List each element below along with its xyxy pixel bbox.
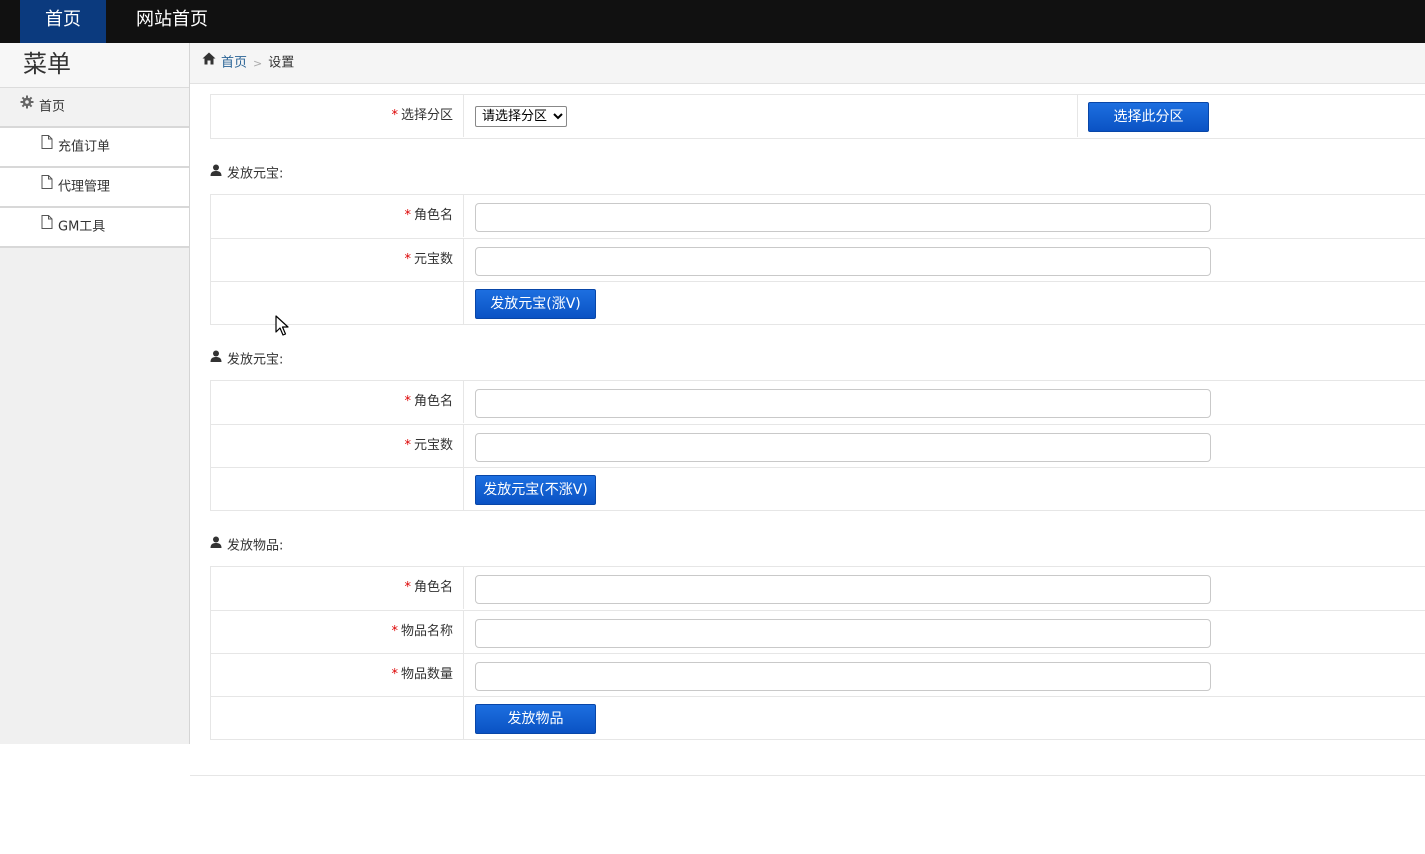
field <box>475 575 1211 604</box>
item-name-label: * 物品名称 <box>211 611 464 653</box>
zone-row: * 选择分区 请选择分区 选择此分区 <box>211 95 1425 138</box>
user-icon <box>210 535 222 555</box>
nav-home[interactable]: 首页 <box>20 0 106 43</box>
breadcrumb-home-link[interactable]: 首页 <box>221 56 247 71</box>
zone-field: 请选择分区 <box>475 106 567 127</box>
sidebar-item-agent-management[interactable]: 代理管理 <box>0 168 189 208</box>
zone-form: * 选择分区 请选择分区 选择此分区 <box>210 94 1425 139</box>
item-name-input[interactable] <box>475 619 1211 648</box>
nav-website-home[interactable]: 网站首页 <box>122 0 222 43</box>
user-icon <box>210 349 222 369</box>
role-label: * 角色名 <box>211 381 464 423</box>
form-row: * 元宝数 <box>211 424 1425 467</box>
sidebar-item-home[interactable]: 首页 <box>0 88 189 128</box>
sidebar-item-label: 首页 <box>39 99 66 115</box>
currency-amount-input[interactable] <box>475 247 1211 276</box>
field: 发放元宝(不涨V) <box>475 475 596 505</box>
breadcrumb-current: 设置 <box>268 55 295 71</box>
form-row: 发放物品 <box>211 696 1425 739</box>
role-name-input[interactable] <box>475 389 1211 418</box>
user-icon <box>210 163 222 183</box>
sidebar-item-gm-tools[interactable]: GM工具 <box>0 208 189 248</box>
sidebar-item-label: GM工具 <box>58 219 106 235</box>
home-icon <box>202 42 216 82</box>
field <box>475 389 1211 418</box>
zone-label: * 选择分区 <box>211 95 464 137</box>
section-title-items: 发放物品: <box>210 536 283 556</box>
form-row: * 角色名 <box>211 381 1425 424</box>
sidebar-item-label: 充值订单 <box>58 139 111 155</box>
currency-v-form: * 角色名 * 元宝数 发放元宝(涨V) <box>210 194 1425 325</box>
empty-label <box>211 468 464 510</box>
form-row: * 物品名称 <box>211 610 1425 653</box>
select-zone-button[interactable]: 选择此分区 <box>1088 102 1209 132</box>
section-title-currency-no-v: 发放元宝: <box>210 350 283 370</box>
form-row: * 物品数量 <box>211 653 1425 696</box>
role-label: * 角色名 <box>211 567 464 609</box>
top-navbar: 首页 网站首页 <box>0 0 1425 43</box>
mouse-cursor-icon <box>275 315 289 340</box>
sidebar-title: 菜单 <box>0 43 189 88</box>
zone-select[interactable]: 请选择分区 <box>475 106 567 127</box>
zone-button-wrap: 选择此分区 <box>1088 102 1209 132</box>
form-row: 发放元宝(涨V) <box>211 281 1425 324</box>
file-icon <box>41 167 53 205</box>
field: 发放元宝(涨V) <box>475 289 596 319</box>
role-name-input[interactable] <box>475 575 1211 604</box>
gear-icon <box>20 87 34 125</box>
send-currency-no-vip-button[interactable]: 发放元宝(不涨V) <box>475 475 596 505</box>
field <box>475 203 1211 232</box>
send-items-button[interactable]: 发放物品 <box>475 704 596 734</box>
breadcrumb: 首页 > 设置 <box>190 43 1425 84</box>
currency-amount-input[interactable] <box>475 433 1211 462</box>
file-icon <box>41 207 53 245</box>
field <box>475 619 1211 648</box>
sidebar-item-recharge-orders[interactable]: 充值订单 <box>0 128 189 168</box>
field: 发放物品 <box>475 704 596 734</box>
amount-label: * 元宝数 <box>211 425 464 467</box>
role-name-input[interactable] <box>475 203 1211 232</box>
field <box>475 433 1211 462</box>
divider <box>1077 95 1078 137</box>
form-row: * 元宝数 <box>211 238 1425 281</box>
sidebar: 菜单 首页 充值订单 代理管理 GM工具 <box>0 43 190 744</box>
form-row: * 角色名 <box>211 195 1425 238</box>
section-title-currency-v: 发放元宝: <box>210 164 283 184</box>
footer-divider <box>190 775 1425 776</box>
file-icon <box>41 127 53 165</box>
send-currency-vip-button[interactable]: 发放元宝(涨V) <box>475 289 596 319</box>
sidebar-item-label: 代理管理 <box>58 179 111 195</box>
items-form: * 角色名 * 物品名称 * 物品数量 发放物品 <box>210 566 1425 740</box>
field <box>475 662 1211 691</box>
item-count-label: * 物品数量 <box>211 654 464 696</box>
chevron-right-icon: > <box>253 56 263 70</box>
role-label: * 角色名 <box>211 195 464 237</box>
field <box>475 247 1211 276</box>
item-count-input[interactable] <box>475 662 1211 691</box>
form-row: * 角色名 <box>211 567 1425 610</box>
empty-label <box>211 697 464 739</box>
currency-no-v-form: * 角色名 * 元宝数 发放元宝(不涨V) <box>210 380 1425 511</box>
form-row: 发放元宝(不涨V) <box>211 467 1425 510</box>
empty-label <box>211 282 464 324</box>
amount-label: * 元宝数 <box>211 239 464 281</box>
